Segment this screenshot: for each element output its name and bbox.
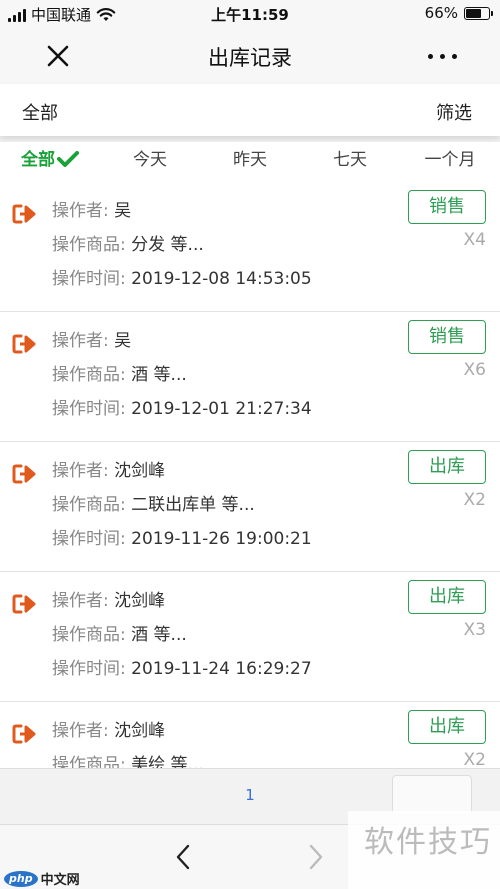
battery-icon [464, 6, 493, 20]
goods-value: 二联出库单 等... [131, 495, 255, 515]
exit-icon [12, 204, 36, 224]
goods-label: 操作商品: [52, 755, 126, 768]
time-row: 操作时间: 2019-12-08 14:53:05 [52, 264, 312, 289]
page-jump-box[interactable] [392, 775, 472, 815]
operator-row: 操作者: 沈剑峰 [52, 586, 165, 611]
battery-percent: 66% [424, 4, 458, 22]
tab-yesterday[interactable]: 昨天 [200, 142, 300, 182]
filter-all-label[interactable]: 全部 [22, 99, 58, 125]
watermark-box: 软件技巧 [348, 811, 500, 889]
goods-row: 操作商品: 美绘 等... [52, 750, 204, 768]
tab-all-label: 全部 [21, 150, 55, 170]
goods-value: 酒 等... [131, 625, 187, 645]
exit-icon [12, 334, 36, 354]
record-type-button[interactable]: 出库 [408, 580, 486, 614]
goods-label: 操作商品: [52, 235, 126, 255]
time-value: 2019-11-24 16:29:27 [131, 659, 312, 679]
quantity: X2 [463, 750, 486, 768]
status-right: 66% [424, 4, 493, 22]
quantity: X3 [463, 620, 486, 640]
status-bar: 中国联通 上午11:59 66% [0, 0, 500, 28]
operator-value: 吴 [114, 201, 132, 221]
logo-text: 中文网 [40, 873, 80, 888]
exit-icon [12, 724, 36, 744]
record-list[interactable]: 操作者: 吴 操作商品: 分发 等... 操作时间: 2019-12-08 14… [0, 182, 500, 768]
check-icon [57, 151, 79, 167]
operator-row: 操作者: 吴 [52, 326, 131, 351]
time-row: 操作时间: 2019-11-26 19:00:21 [52, 524, 312, 549]
operator-row: 操作者: 沈剑峰 [52, 716, 165, 741]
goods-row: 操作商品: 分发 等... [52, 230, 204, 255]
goods-value: 酒 等... [131, 365, 187, 385]
tab-seven-days[interactable]: 七天 [300, 142, 400, 182]
filter-button[interactable]: 筛选 [436, 99, 472, 125]
logo-badge: php [4, 870, 38, 887]
record-type-button[interactable]: 出库 [408, 710, 486, 744]
goods-row: 操作商品: 二联出库单 等... [52, 490, 255, 515]
time-label: 操作时间: [52, 399, 126, 419]
goods-row: 操作商品: 酒 等... [52, 620, 187, 645]
operator-label: 操作者: [52, 201, 109, 221]
record-type-button[interactable]: 销售 [408, 320, 486, 354]
operator-label: 操作者: [52, 721, 109, 741]
quantity: X4 [463, 230, 486, 250]
tab-one-month[interactable]: 一个月 [400, 142, 500, 182]
operator-label: 操作者: [52, 461, 109, 481]
time-value: 2019-12-08 14:53:05 [131, 269, 312, 289]
time-label: 操作时间: [52, 529, 126, 549]
operator-value: 吴 [114, 331, 132, 351]
watermark-text: 软件技巧 [364, 825, 492, 860]
tab-today[interactable]: 今天 [100, 142, 200, 182]
date-tabs: 全部 今天 昨天 七天 一个月 [0, 142, 500, 182]
time-label: 操作时间: [52, 269, 126, 289]
battery-fill [466, 8, 481, 18]
goods-value: 美绘 等... [131, 755, 204, 768]
goods-value: 分发 等... [131, 235, 204, 255]
site-logo: php 中文网 [4, 869, 80, 888]
more-icon[interactable] [422, 44, 462, 68]
list-item[interactable]: 操作者: 沈剑峰 操作商品: 酒 等... 操作时间: 2019-11-24 1… [0, 572, 500, 702]
operator-value: 沈剑峰 [114, 461, 166, 481]
operator-value: 沈剑峰 [114, 591, 166, 611]
goods-row: 操作商品: 酒 等... [52, 360, 187, 385]
goods-label: 操作商品: [52, 365, 126, 385]
time-label: 操作时间: [52, 659, 126, 679]
goods-label: 操作商品: [52, 495, 126, 515]
back-arrow-icon[interactable] [172, 843, 194, 871]
filter-bar: 全部 筛选 [0, 84, 500, 136]
goods-label: 操作商品: [52, 625, 126, 645]
list-item[interactable]: 操作者: 吴 操作商品: 酒 等... 操作时间: 2019-12-01 21:… [0, 312, 500, 442]
time-row: 操作时间: 2019-11-24 16:29:27 [52, 654, 312, 679]
forward-arrow-icon[interactable] [305, 843, 327, 871]
record-type-button[interactable]: 销售 [408, 190, 486, 224]
time-value: 2019-11-26 19:00:21 [131, 529, 312, 549]
list-item[interactable]: 操作者: 吴 操作商品: 分发 等... 操作时间: 2019-12-08 14… [0, 182, 500, 312]
list-item[interactable]: 操作者: 沈剑峰 操作商品: 美绘 等... 出库 X2 [0, 702, 500, 768]
record-type-button[interactable]: 出库 [408, 450, 486, 484]
operator-row: 操作者: 沈剑峰 [52, 456, 165, 481]
operator-row: 操作者: 吴 [52, 196, 131, 221]
time-value: 2019-12-01 21:27:34 [131, 399, 312, 419]
quantity: X6 [463, 360, 486, 380]
bottom-nav: 软件技巧 php 中文网 [0, 811, 500, 889]
exit-icon [12, 464, 36, 484]
operator-value: 沈剑峰 [114, 721, 166, 741]
tab-all[interactable]: 全部 [0, 142, 100, 182]
operator-label: 操作者: [52, 591, 109, 611]
list-item[interactable]: 操作者: 沈剑峰 操作商品: 二联出库单 等... 操作时间: 2019-11-… [0, 442, 500, 572]
operator-label: 操作者: [52, 331, 109, 351]
time-row: 操作时间: 2019-12-01 21:27:34 [52, 394, 312, 419]
nav-bar: 出库记录 [0, 28, 500, 84]
quantity: X2 [463, 490, 486, 510]
exit-icon [12, 594, 36, 614]
